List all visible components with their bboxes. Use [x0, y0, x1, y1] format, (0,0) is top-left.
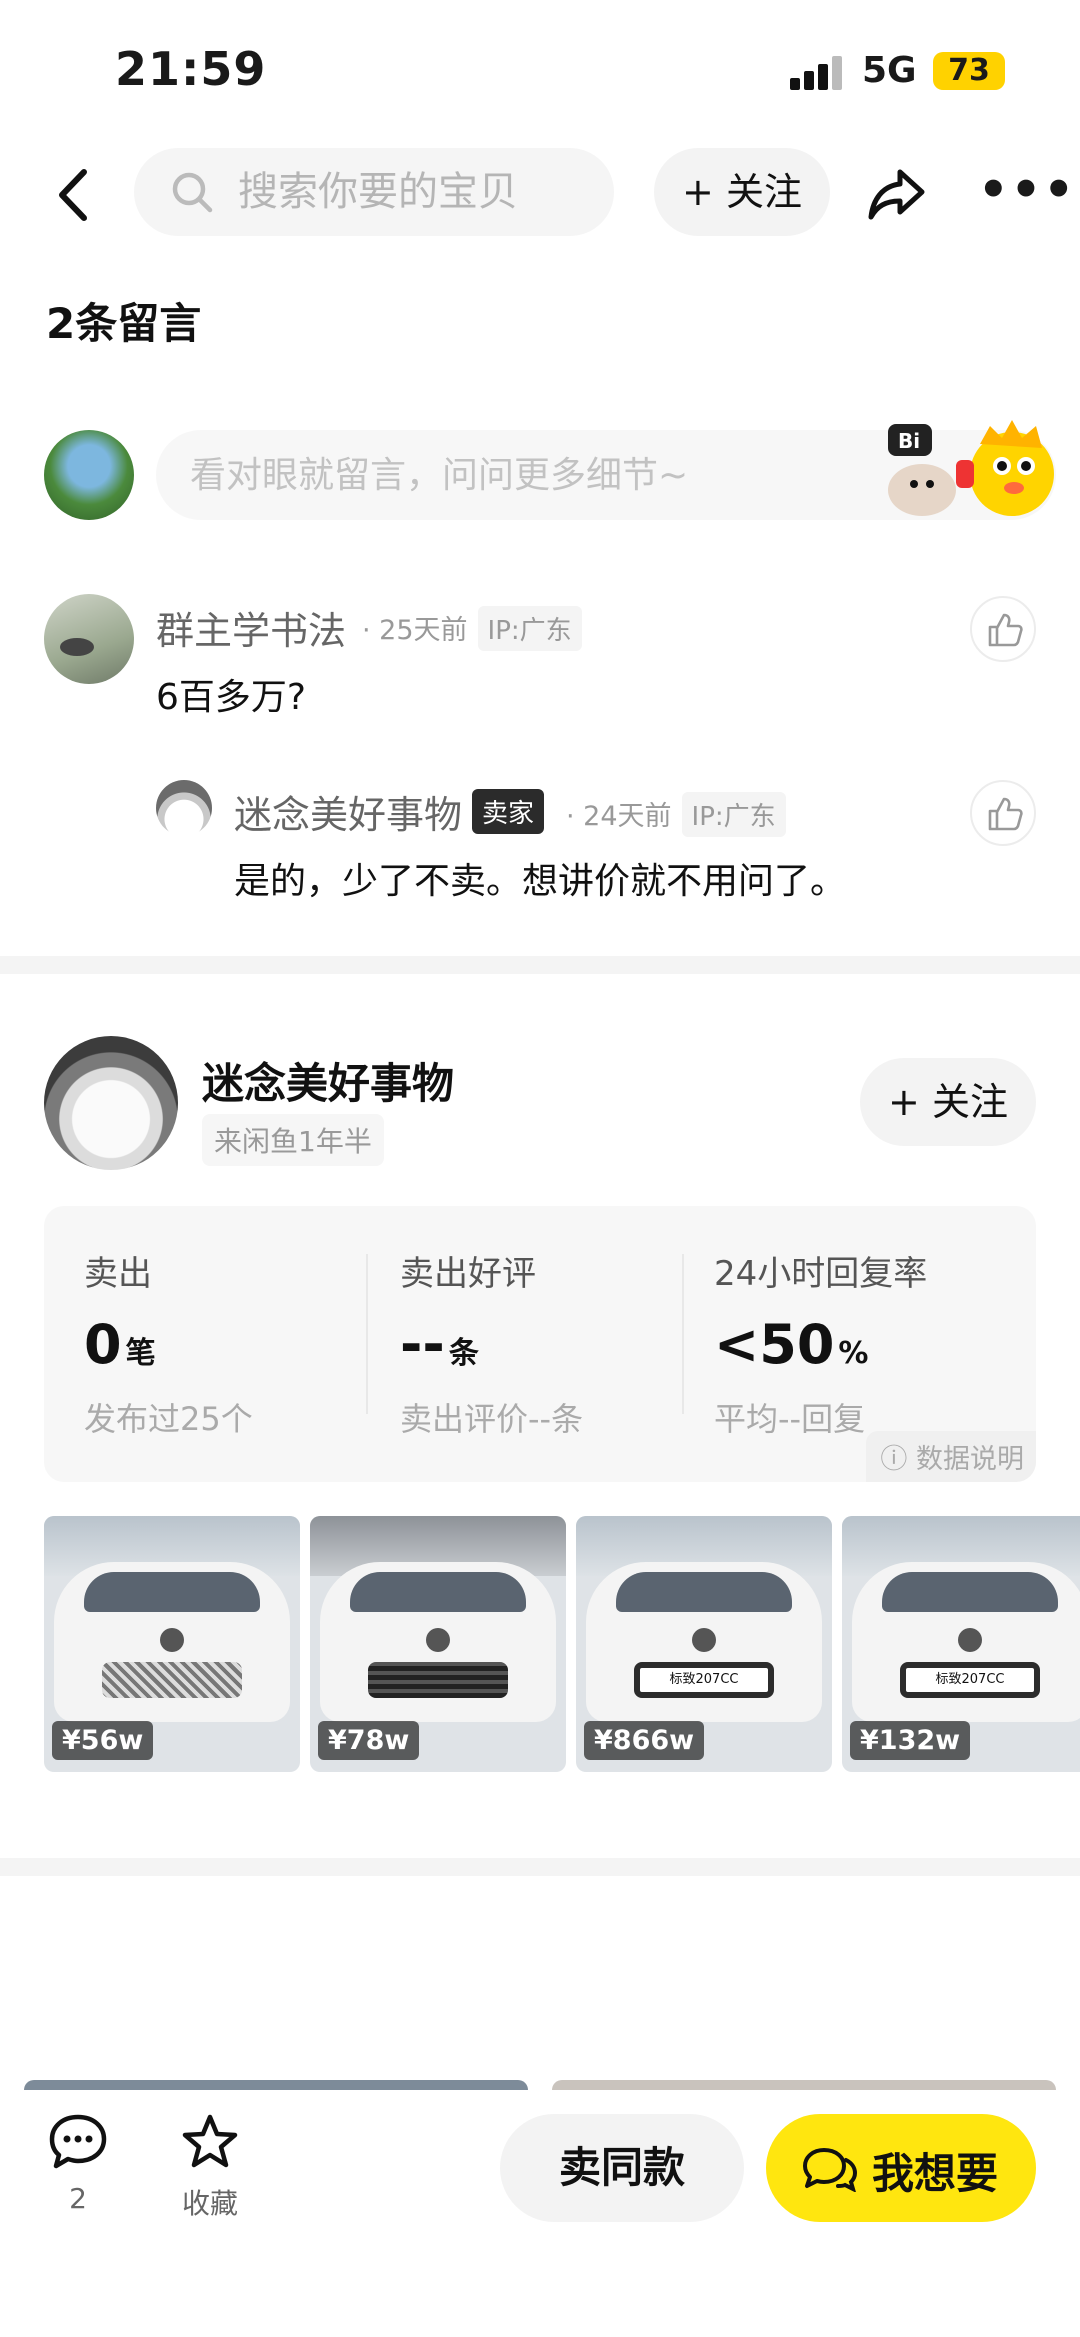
stat-unit: 笔	[125, 1336, 156, 1371]
comment-meta: · 25天前 IP:广东	[362, 606, 582, 651]
top-nav: + 关注 •••	[0, 140, 1080, 250]
my-avatar	[44, 430, 134, 520]
license-plate: 标致207CC	[900, 1662, 1040, 1698]
data-explanation-link[interactable]: ⓘ 数据说明	[866, 1431, 1036, 1482]
ip-tag: IP:广东	[477, 606, 582, 651]
product-thumb[interactable]: ¥78w	[310, 1516, 566, 1772]
reply-meta: · 24天前 IP:广东	[566, 792, 786, 837]
share-icon[interactable]	[866, 164, 928, 224]
reply-text: 是的，少了不卖。想讲价就不用问了。	[234, 861, 847, 902]
chat-icon	[803, 2148, 858, 2192]
battery-icon: 73	[933, 52, 1005, 90]
battery-level: 73	[948, 53, 990, 88]
ip-tag: IP:广东	[681, 792, 786, 837]
comments-action[interactable]: 2	[28, 2112, 128, 2215]
stat-sold: 卖出 0笔 发布过25个	[84, 1246, 384, 1440]
stat-reviews: 卖出好评 -- 条 卖出评价--条	[400, 1246, 700, 1440]
want-button[interactable]: 我想要	[766, 2114, 1036, 2222]
stat-sub: 卖出评价--条	[400, 1400, 584, 1438]
product-thumb[interactable]: ¥56w	[44, 1516, 300, 1772]
stat-unit: %	[838, 1336, 869, 1371]
follow-seller-button[interactable]: + 关注	[860, 1058, 1036, 1146]
stat-separator	[366, 1254, 368, 1414]
seller-tag: 卖家	[472, 789, 545, 834]
favorite-action[interactable]: 收藏	[160, 2112, 260, 2222]
like-button[interactable]	[970, 596, 1036, 662]
stat-label: 卖出	[84, 1254, 152, 1294]
stat-label: 卖出好评	[400, 1254, 536, 1294]
more-icon[interactable]: •••	[978, 166, 1074, 214]
stat-unit: 条	[448, 1336, 479, 1371]
stat-sub: 发布过25个	[84, 1400, 253, 1438]
stat-number: <50	[714, 1313, 835, 1376]
car-logo-icon	[426, 1628, 450, 1652]
comment-bubble-icon	[49, 2114, 107, 2169]
seller-stats-panel: 卖出 0笔 发布过25个 卖出好评 -- 条 卖出评价--条 24小时回复率 <5…	[44, 1206, 1036, 1482]
stat-reply-rate: 24小时回复率 <50% 平均--回复	[714, 1246, 1014, 1440]
product-price: ¥866w	[584, 1721, 705, 1760]
commenter-name[interactable]: 群主学书法	[156, 600, 346, 655]
stat-value: -- 条	[400, 1313, 700, 1376]
like-button[interactable]	[970, 780, 1036, 846]
seller-products-row: ¥56w ¥78w 标致207CC ¥866w 标致207CC ¥132w	[44, 1516, 1080, 1772]
seller-reply-avatar[interactable]	[156, 780, 212, 836]
comment-input[interactable]	[190, 446, 850, 504]
search-icon	[172, 172, 213, 213]
thumbs-up-icon	[988, 613, 1023, 647]
reply-time: · 24天前	[566, 801, 672, 832]
product-price: ¥78w	[318, 1721, 420, 1760]
stat-value: 0笔	[84, 1313, 384, 1376]
signal-icon	[790, 56, 842, 90]
comment-count-label: 2	[69, 2182, 87, 2215]
reply-author-label: 迷念美好事物	[234, 793, 463, 837]
seller-tenure-badge: 来闲鱼1年半	[202, 1114, 384, 1166]
mascot-icon: Bi	[888, 420, 1054, 516]
status-time: 21:59	[115, 42, 267, 96]
sell-same-button[interactable]: 卖同款	[500, 2114, 744, 2222]
search-input[interactable]	[238, 162, 598, 222]
product-price: ¥132w	[850, 1721, 971, 1760]
stat-value: <50%	[714, 1313, 1014, 1376]
comment-input-bar[interactable]: Bi	[156, 420, 1056, 520]
favorite-label: 收藏	[181, 2187, 238, 2220]
want-label: 我想要	[872, 2149, 999, 2198]
product-thumb[interactable]: 标致207CC ¥132w	[842, 1516, 1080, 1772]
car-logo-icon	[160, 1628, 184, 1652]
status-bar: 21:59 5G 73	[0, 0, 1080, 140]
stat-separator	[682, 1254, 684, 1414]
comment-count-title: 2条留言	[46, 299, 202, 348]
product-price: ¥56w	[52, 1721, 154, 1760]
stat-number: --	[400, 1313, 445, 1376]
section-divider	[0, 956, 1080, 974]
comment-text: 6百多万?	[156, 677, 307, 718]
section-divider	[0, 1858, 1080, 1876]
seller-name[interactable]: 迷念美好事物	[202, 1050, 454, 1111]
stat-number: 0	[84, 1313, 122, 1376]
comment-time: · 25天前	[362, 615, 468, 646]
stat-label: 24小时回复率	[714, 1254, 928, 1294]
star-icon	[182, 2114, 238, 2168]
search-bar[interactable]	[134, 148, 614, 236]
license-plate: 标致207CC	[634, 1662, 774, 1698]
commenter-avatar[interactable]	[44, 594, 134, 684]
info-icon: ⓘ	[880, 1444, 908, 1475]
car-logo-icon	[958, 1628, 982, 1652]
seller-avatar[interactable]	[44, 1036, 178, 1170]
product-thumb[interactable]: 标致207CC ¥866w	[576, 1516, 832, 1772]
thumbs-up-icon	[988, 797, 1023, 831]
car-logo-icon	[692, 1628, 716, 1652]
svg-text:Bi: Bi	[898, 429, 920, 453]
reply-author-name[interactable]: 迷念美好事物 卖家	[234, 784, 545, 839]
data-note-label: 数据说明	[916, 1444, 1024, 1475]
network-type: 5G	[862, 50, 917, 91]
follow-button[interactable]: + 关注	[654, 148, 830, 236]
back-icon[interactable]	[40, 160, 110, 230]
